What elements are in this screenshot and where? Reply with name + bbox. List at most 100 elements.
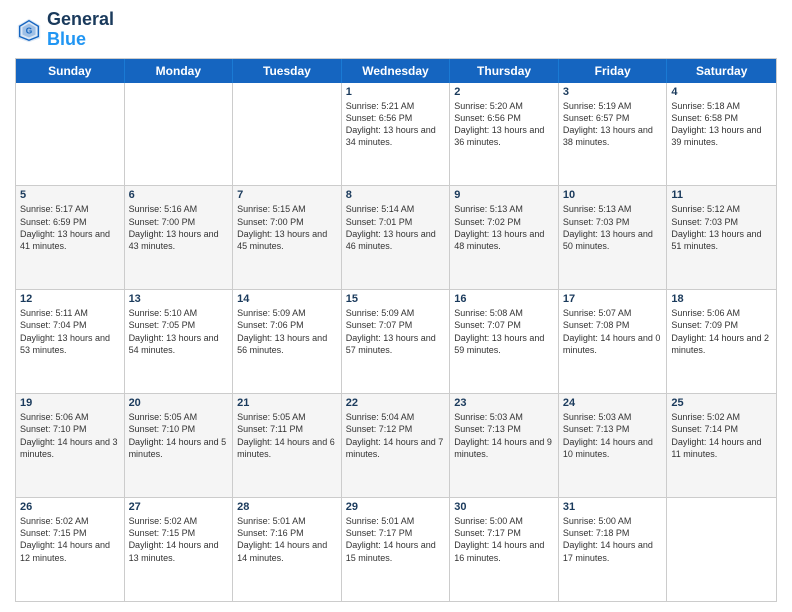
cell-info: Sunrise: 5:06 AM Sunset: 7:10 PM Dayligh… <box>20 411 120 460</box>
cell-date: 9 <box>454 189 554 201</box>
calendar-cell: 16 Sunrise: 5:08 AM Sunset: 7:07 PM Dayli… <box>450 290 559 393</box>
cell-date: 13 <box>129 293 229 305</box>
cell-info: Sunrise: 5:13 AM Sunset: 7:03 PM Dayligh… <box>563 203 663 252</box>
cell-info: Sunrise: 5:01 AM Sunset: 7:17 PM Dayligh… <box>346 515 446 564</box>
calendar-cell: 20 Sunrise: 5:05 AM Sunset: 7:10 PM Dayli… <box>125 394 234 497</box>
cell-info: Sunrise: 5:15 AM Sunset: 7:00 PM Dayligh… <box>237 203 337 252</box>
cell-info: Sunrise: 5:06 AM Sunset: 7:09 PM Dayligh… <box>671 307 772 356</box>
cell-date: 24 <box>563 397 663 409</box>
cell-date: 31 <box>563 501 663 513</box>
cell-date: 16 <box>454 293 554 305</box>
cell-date: 30 <box>454 501 554 513</box>
calendar-cell: 5 Sunrise: 5:17 AM Sunset: 6:59 PM Daylig… <box>16 186 125 289</box>
cell-date: 3 <box>563 86 663 98</box>
cell-date: 26 <box>20 501 120 513</box>
calendar-cell: 15 Sunrise: 5:09 AM Sunset: 7:07 PM Dayli… <box>342 290 451 393</box>
calendar-cell: 11Sunrise: 5:12 AM Sunset: 7:03 PM Dayli… <box>667 186 776 289</box>
cell-info: Sunrise: 5:09 AM Sunset: 7:07 PM Dayligh… <box>346 307 446 356</box>
cell-date: 28 <box>237 501 337 513</box>
svg-text:G: G <box>26 26 33 36</box>
cell-info: Sunrise: 5:09 AM Sunset: 7:06 PM Dayligh… <box>237 307 337 356</box>
day-header-friday: Friday <box>559 59 668 83</box>
calendar-cell: 25 Sunrise: 5:02 AM Sunset: 7:14 PM Dayli… <box>667 394 776 497</box>
cell-date: 2 <box>454 86 554 98</box>
cell-info: Sunrise: 5:00 AM Sunset: 7:17 PM Dayligh… <box>454 515 554 564</box>
calendar-cell: 7 Sunrise: 5:15 AM Sunset: 7:00 PM Daylig… <box>233 186 342 289</box>
cell-date: 4 <box>671 86 772 98</box>
calendar-cell: 29 Sunrise: 5:01 AM Sunset: 7:17 PM Dayli… <box>342 498 451 601</box>
page-header: G General Blue <box>15 10 777 50</box>
cell-date: 21 <box>237 397 337 409</box>
calendar-cell: 27Sunrise: 5:02 AM Sunset: 7:15 PM Dayli… <box>125 498 234 601</box>
calendar: SundayMondayTuesdayWednesdayThursdayFrid… <box>15 58 777 602</box>
cell-date: 17 <box>563 293 663 305</box>
cell-info: Sunrise: 5:07 AM Sunset: 7:08 PM Dayligh… <box>563 307 663 356</box>
day-header-monday: Monday <box>125 59 234 83</box>
logo-text-block: General Blue <box>47 10 114 50</box>
cell-info: Sunrise: 5:05 AM Sunset: 7:10 PM Dayligh… <box>129 411 229 460</box>
cell-info: Sunrise: 5:16 AM Sunset: 7:00 PM Dayligh… <box>129 203 229 252</box>
calendar-row-4: 26 Sunrise: 5:02 AM Sunset: 7:15 PM Dayli… <box>16 498 776 601</box>
calendar-cell: 9Sunrise: 5:13 AM Sunset: 7:02 PM Daylig… <box>450 186 559 289</box>
cell-info: Sunrise: 5:14 AM Sunset: 7:01 PM Dayligh… <box>346 203 446 252</box>
cell-info: Sunrise: 5:03 AM Sunset: 7:13 PM Dayligh… <box>454 411 554 460</box>
calendar-cell: 24Sunrise: 5:03 AM Sunset: 7:13 PM Dayli… <box>559 394 668 497</box>
cell-date: 7 <box>237 189 337 201</box>
logo-line2: Blue <box>47 30 114 50</box>
calendar-cell: 30 Sunrise: 5:00 AM Sunset: 7:17 PM Dayli… <box>450 498 559 601</box>
cell-info: Sunrise: 5:04 AM Sunset: 7:12 PM Dayligh… <box>346 411 446 460</box>
cell-info: Sunrise: 5:12 AM Sunset: 7:03 PM Dayligh… <box>671 203 772 252</box>
cell-info: Sunrise: 5:05 AM Sunset: 7:11 PM Dayligh… <box>237 411 337 460</box>
calendar-cell: 8 Sunrise: 5:14 AM Sunset: 7:01 PM Daylig… <box>342 186 451 289</box>
cell-date: 5 <box>20 189 120 201</box>
cell-info: Sunrise: 5:01 AM Sunset: 7:16 PM Dayligh… <box>237 515 337 564</box>
calendar-cell: 3 Sunrise: 5:19 AM Sunset: 6:57 PM Daylig… <box>559 83 668 186</box>
cell-date: 22 <box>346 397 446 409</box>
cell-date: 12 <box>20 293 120 305</box>
logo-line1: General <box>47 10 114 30</box>
day-headers-row: SundayMondayTuesdayWednesdayThursdayFrid… <box>16 59 776 83</box>
calendar-row-2: 12 Sunrise: 5:11 AM Sunset: 7:04 PM Dayli… <box>16 290 776 394</box>
cell-info: Sunrise: 5:11 AM Sunset: 7:04 PM Dayligh… <box>20 307 120 356</box>
cell-date: 14 <box>237 293 337 305</box>
cell-date: 23 <box>454 397 554 409</box>
calendar-row-0: 1Sunrise: 5:21 AM Sunset: 6:56 PM Daylig… <box>16 83 776 187</box>
calendar-cell: 22 Sunrise: 5:04 AM Sunset: 7:12 PM Dayli… <box>342 394 451 497</box>
cell-date: 8 <box>346 189 446 201</box>
cell-info: Sunrise: 5:10 AM Sunset: 7:05 PM Dayligh… <box>129 307 229 356</box>
calendar-cell: 14 Sunrise: 5:09 AM Sunset: 7:06 PM Dayli… <box>233 290 342 393</box>
calendar-cell: 31 Sunrise: 5:00 AM Sunset: 7:18 PM Dayli… <box>559 498 668 601</box>
cell-date: 27 <box>129 501 229 513</box>
calendar-cell <box>125 83 234 186</box>
cell-date: 6 <box>129 189 229 201</box>
cell-info: Sunrise: 5:02 AM Sunset: 7:15 PM Dayligh… <box>20 515 120 564</box>
cell-date: 10 <box>563 189 663 201</box>
calendar-cell: 2Sunrise: 5:20 AM Sunset: 6:56 PM Daylig… <box>450 83 559 186</box>
cell-info: Sunrise: 5:17 AM Sunset: 6:59 PM Dayligh… <box>20 203 120 252</box>
calendar-cell: 26 Sunrise: 5:02 AM Sunset: 7:15 PM Dayli… <box>16 498 125 601</box>
calendar-cell: 23 Sunrise: 5:03 AM Sunset: 7:13 PM Dayli… <box>450 394 559 497</box>
cell-date: 29 <box>346 501 446 513</box>
calendar-row-1: 5 Sunrise: 5:17 AM Sunset: 6:59 PM Daylig… <box>16 186 776 290</box>
day-header-tuesday: Tuesday <box>233 59 342 83</box>
cell-date: 19 <box>20 397 120 409</box>
cell-info: Sunrise: 5:00 AM Sunset: 7:18 PM Dayligh… <box>563 515 663 564</box>
calendar-cell: 18Sunrise: 5:06 AM Sunset: 7:09 PM Dayli… <box>667 290 776 393</box>
cell-info: Sunrise: 5:21 AM Sunset: 6:56 PM Dayligh… <box>346 100 446 149</box>
calendar-cell <box>16 83 125 186</box>
calendar-cell: 10 Sunrise: 5:13 AM Sunset: 7:03 PM Dayli… <box>559 186 668 289</box>
day-header-thursday: Thursday <box>450 59 559 83</box>
calendar-cell: 19 Sunrise: 5:06 AM Sunset: 7:10 PM Dayli… <box>16 394 125 497</box>
cell-date: 25 <box>671 397 772 409</box>
cell-info: Sunrise: 5:19 AM Sunset: 6:57 PM Dayligh… <box>563 100 663 149</box>
calendar-cell <box>667 498 776 601</box>
day-header-sunday: Sunday <box>16 59 125 83</box>
calendar-cell: 13 Sunrise: 5:10 AM Sunset: 7:05 PM Dayli… <box>125 290 234 393</box>
cell-date: 20 <box>129 397 229 409</box>
day-header-wednesday: Wednesday <box>342 59 451 83</box>
cell-info: Sunrise: 5:08 AM Sunset: 7:07 PM Dayligh… <box>454 307 554 356</box>
calendar-cell: 4Sunrise: 5:18 AM Sunset: 6:58 PM Daylig… <box>667 83 776 186</box>
calendar-cell: 12 Sunrise: 5:11 AM Sunset: 7:04 PM Dayli… <box>16 290 125 393</box>
cell-date: 15 <box>346 293 446 305</box>
cell-info: Sunrise: 5:02 AM Sunset: 7:14 PM Dayligh… <box>671 411 772 460</box>
